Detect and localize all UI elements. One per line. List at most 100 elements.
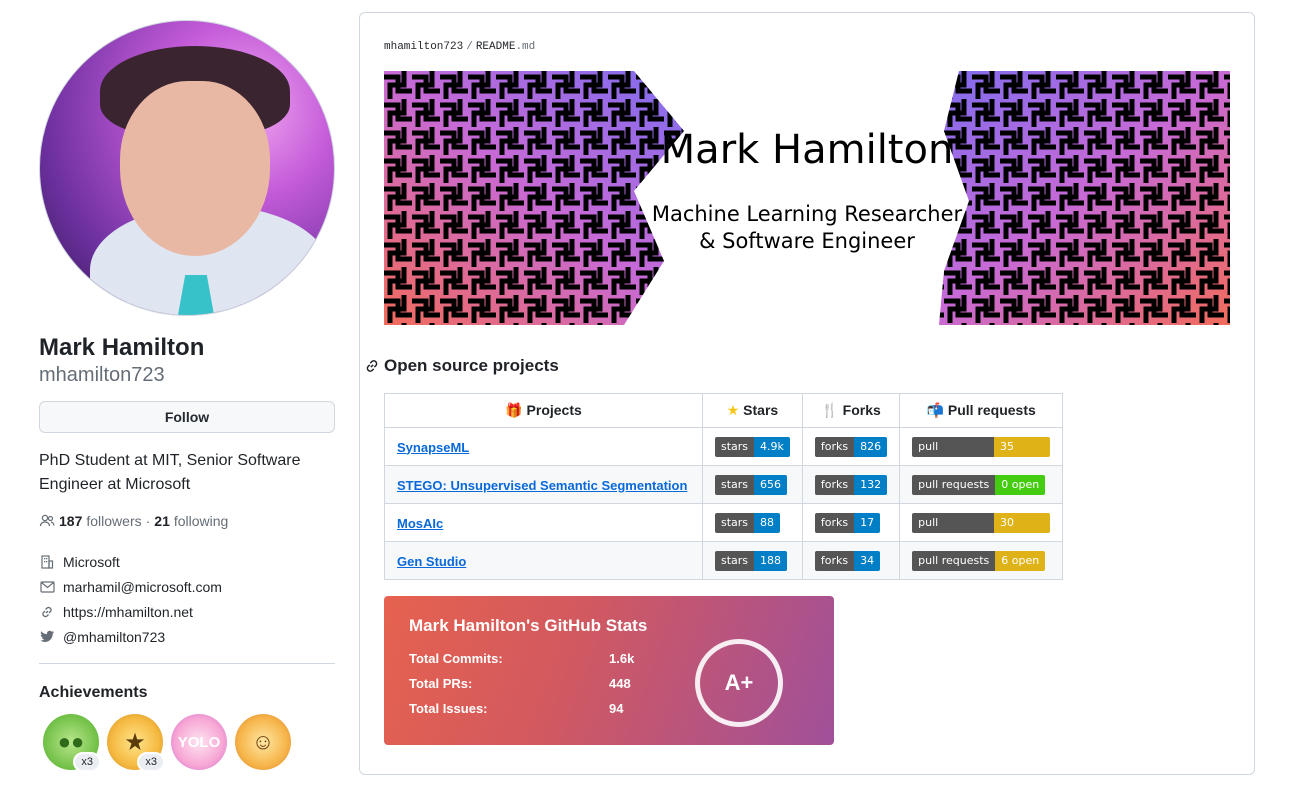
profile-bio: PhD Student at MIT, Senior Software Engi… [39,452,301,493]
banner-line-2: & Software Engineer [699,229,915,253]
forks-shield[interactable]: forks 132 [814,474,888,495]
building-icon [39,554,55,570]
header-projects: 🎁 Projects [384,393,703,428]
sidebar-divider [39,663,335,664]
stars-cell: stars 656 [702,465,803,504]
project-link[interactable]: Gen Studio [397,554,466,569]
email-link[interactable]: marhamil@microsoft.com [63,579,222,595]
section-heading: Open source projects [364,356,559,376]
breadcrumb-file[interactable]: README [476,41,516,53]
prs-shield[interactable]: pull requests 0 open [912,474,1046,495]
stars-cell: stars 188 [702,541,803,580]
stats-grade-ring: A+ [695,639,783,727]
stats-grade: A+ [724,670,754,695]
github-stats-card[interactable]: Mark Hamilton's GitHub Stats Total Commi… [384,596,834,745]
header-forks: 🍴 Forks [801,393,901,428]
fork-knife-icon: 🍴 [821,402,839,418]
twitter-icon [39,629,55,645]
stars-shield[interactable]: stars 88 [715,512,781,533]
banner-line-1: Machine Learning Researcher [651,202,963,226]
profile-login: mhamilton723 [39,364,165,386]
project-link[interactable]: MosAIc [397,516,443,531]
project-cell: STEGO: Unsupervised Semantic Segmentatio… [384,465,703,504]
profile-sidebar: Mark Hamilton mhamilton723 Follow PhD St… [39,20,335,772]
project-link[interactable]: SynapseML [397,440,469,455]
stars-shield[interactable]: stars 188 [715,550,788,571]
company-text: Microsoft [63,553,120,570]
website-item[interactable]: https://mhamilton.net [39,599,335,624]
pair-extraordinaire-icon[interactable]: ●● x3 [43,714,101,772]
breadcrumb-owner[interactable]: mhamilton723 [384,41,463,53]
stats-commits-label: Total Commits: [409,651,503,666]
project-link[interactable]: STEGO: Unsupervised Semantic Segmentatio… [397,478,687,493]
prs-shield[interactable]: pull requests30 open [912,512,1051,533]
banner-name: Mark Hamilton [660,127,954,173]
people-icon [39,513,55,529]
table-row: Gen Studio stars 188 forks 34 pull request… [384,541,1064,580]
stats-title: Mark Hamilton's GitHub Stats [409,616,648,635]
forks-cell: forks 826 [801,427,901,466]
header-pull-requests: 📬 Pull requests [899,393,1064,428]
breadcrumb-separator: / [466,41,473,53]
breadcrumb-ext: .md [515,41,536,53]
starstruck-icon[interactable]: ★ x3 [107,714,165,772]
forks-cell: forks 132 [801,465,901,504]
stars-shield[interactable]: stars 656 [715,474,788,495]
avatar-face [120,81,270,256]
readme-banner: Mark Hamilton Machine Learning Researche… [384,71,1230,325]
profile-details: Microsoft marhamil@microsoft.com https:/… [39,549,335,649]
forks-shield[interactable]: forks 17 [814,512,881,533]
followers-count[interactable]: 187 [59,513,82,529]
mail-icon [39,579,55,595]
breadcrumb: mhamilton723/README.md [384,41,535,53]
following-count[interactable]: 21 [154,513,170,529]
dot-separator: · [145,513,151,529]
table-row: SynapseML stars4.9k forks826 pull reques… [384,427,1064,466]
avatar[interactable] [39,20,335,316]
following-link[interactable]: following [174,513,228,529]
achievements-title: Achievements [39,684,148,701]
project-cell: Gen Studio [384,541,703,580]
prs-shield[interactable]: pull requests35 open [912,436,1051,457]
twitter-link[interactable]: @mhamilton723 [63,629,165,645]
mailbox-icon: 📬 [926,402,944,418]
forks-cell: forks 17 [801,503,901,542]
forks-cell: forks 34 [801,541,901,580]
company-item: Microsoft [39,549,335,574]
link-icon [39,604,55,620]
prs-shield[interactable]: pull requests 6 open [912,550,1046,571]
forks-shield[interactable]: forks 826 [814,436,888,457]
stats-issues-row: Total Issues: 94 [409,701,639,716]
table-row: MosAIc stars88 forks17 pull requests30 o… [384,503,1064,542]
table-row: STEGO: Unsupervised Semantic Segmentatio… [384,465,1064,504]
stats-prs-label: Total PRs: [409,676,473,691]
star-icon: ★ [726,402,740,418]
section-title: Open source projects [384,356,559,375]
stats-prs-row: Total PRs: 448 [409,676,639,691]
stars-cell: stars 4.9k [702,427,803,466]
projects-table: 🎁 Projects ★ Stars 🍴 Forks 📬 Pull reques… [384,393,1064,580]
prs-cell: pull requests35 open [899,427,1064,466]
stats-commits-value: 1.6k [609,651,635,666]
badge-count: x3 [73,752,101,772]
followers-link[interactable]: followers [86,513,141,529]
website-link[interactable]: https://mhamilton.net [63,604,193,620]
stats-issues-value: 94 [609,701,624,716]
quickdraw-icon[interactable]: ☺ [235,714,291,770]
project-cell: SynapseML [384,427,703,466]
project-cell: MosAIc [384,503,703,542]
follow-button[interactable]: Follow [39,401,335,433]
twitter-item[interactable]: @mhamilton723 [39,624,335,649]
yolo-icon[interactable]: YOLO [171,714,227,770]
badge-count: x3 [137,752,165,772]
forks-shield[interactable]: forks 34 [814,550,881,571]
email-item[interactable]: marhamil@microsoft.com [39,574,335,599]
header-stars: ★ Stars [702,393,803,428]
banner-pattern [384,71,1230,325]
stats-commits-row: Total Commits: 1.6k [409,651,639,666]
readme-panel: mhamilton723/README.md Mark Hamilton Mac… [359,12,1255,775]
anchor-link-icon[interactable] [364,358,380,374]
follow-stats: 187 followers · 21 following [39,513,335,529]
stars-shield[interactable]: stars 4.9k [715,436,790,457]
stats-issues-label: Total Issues: [409,701,488,716]
